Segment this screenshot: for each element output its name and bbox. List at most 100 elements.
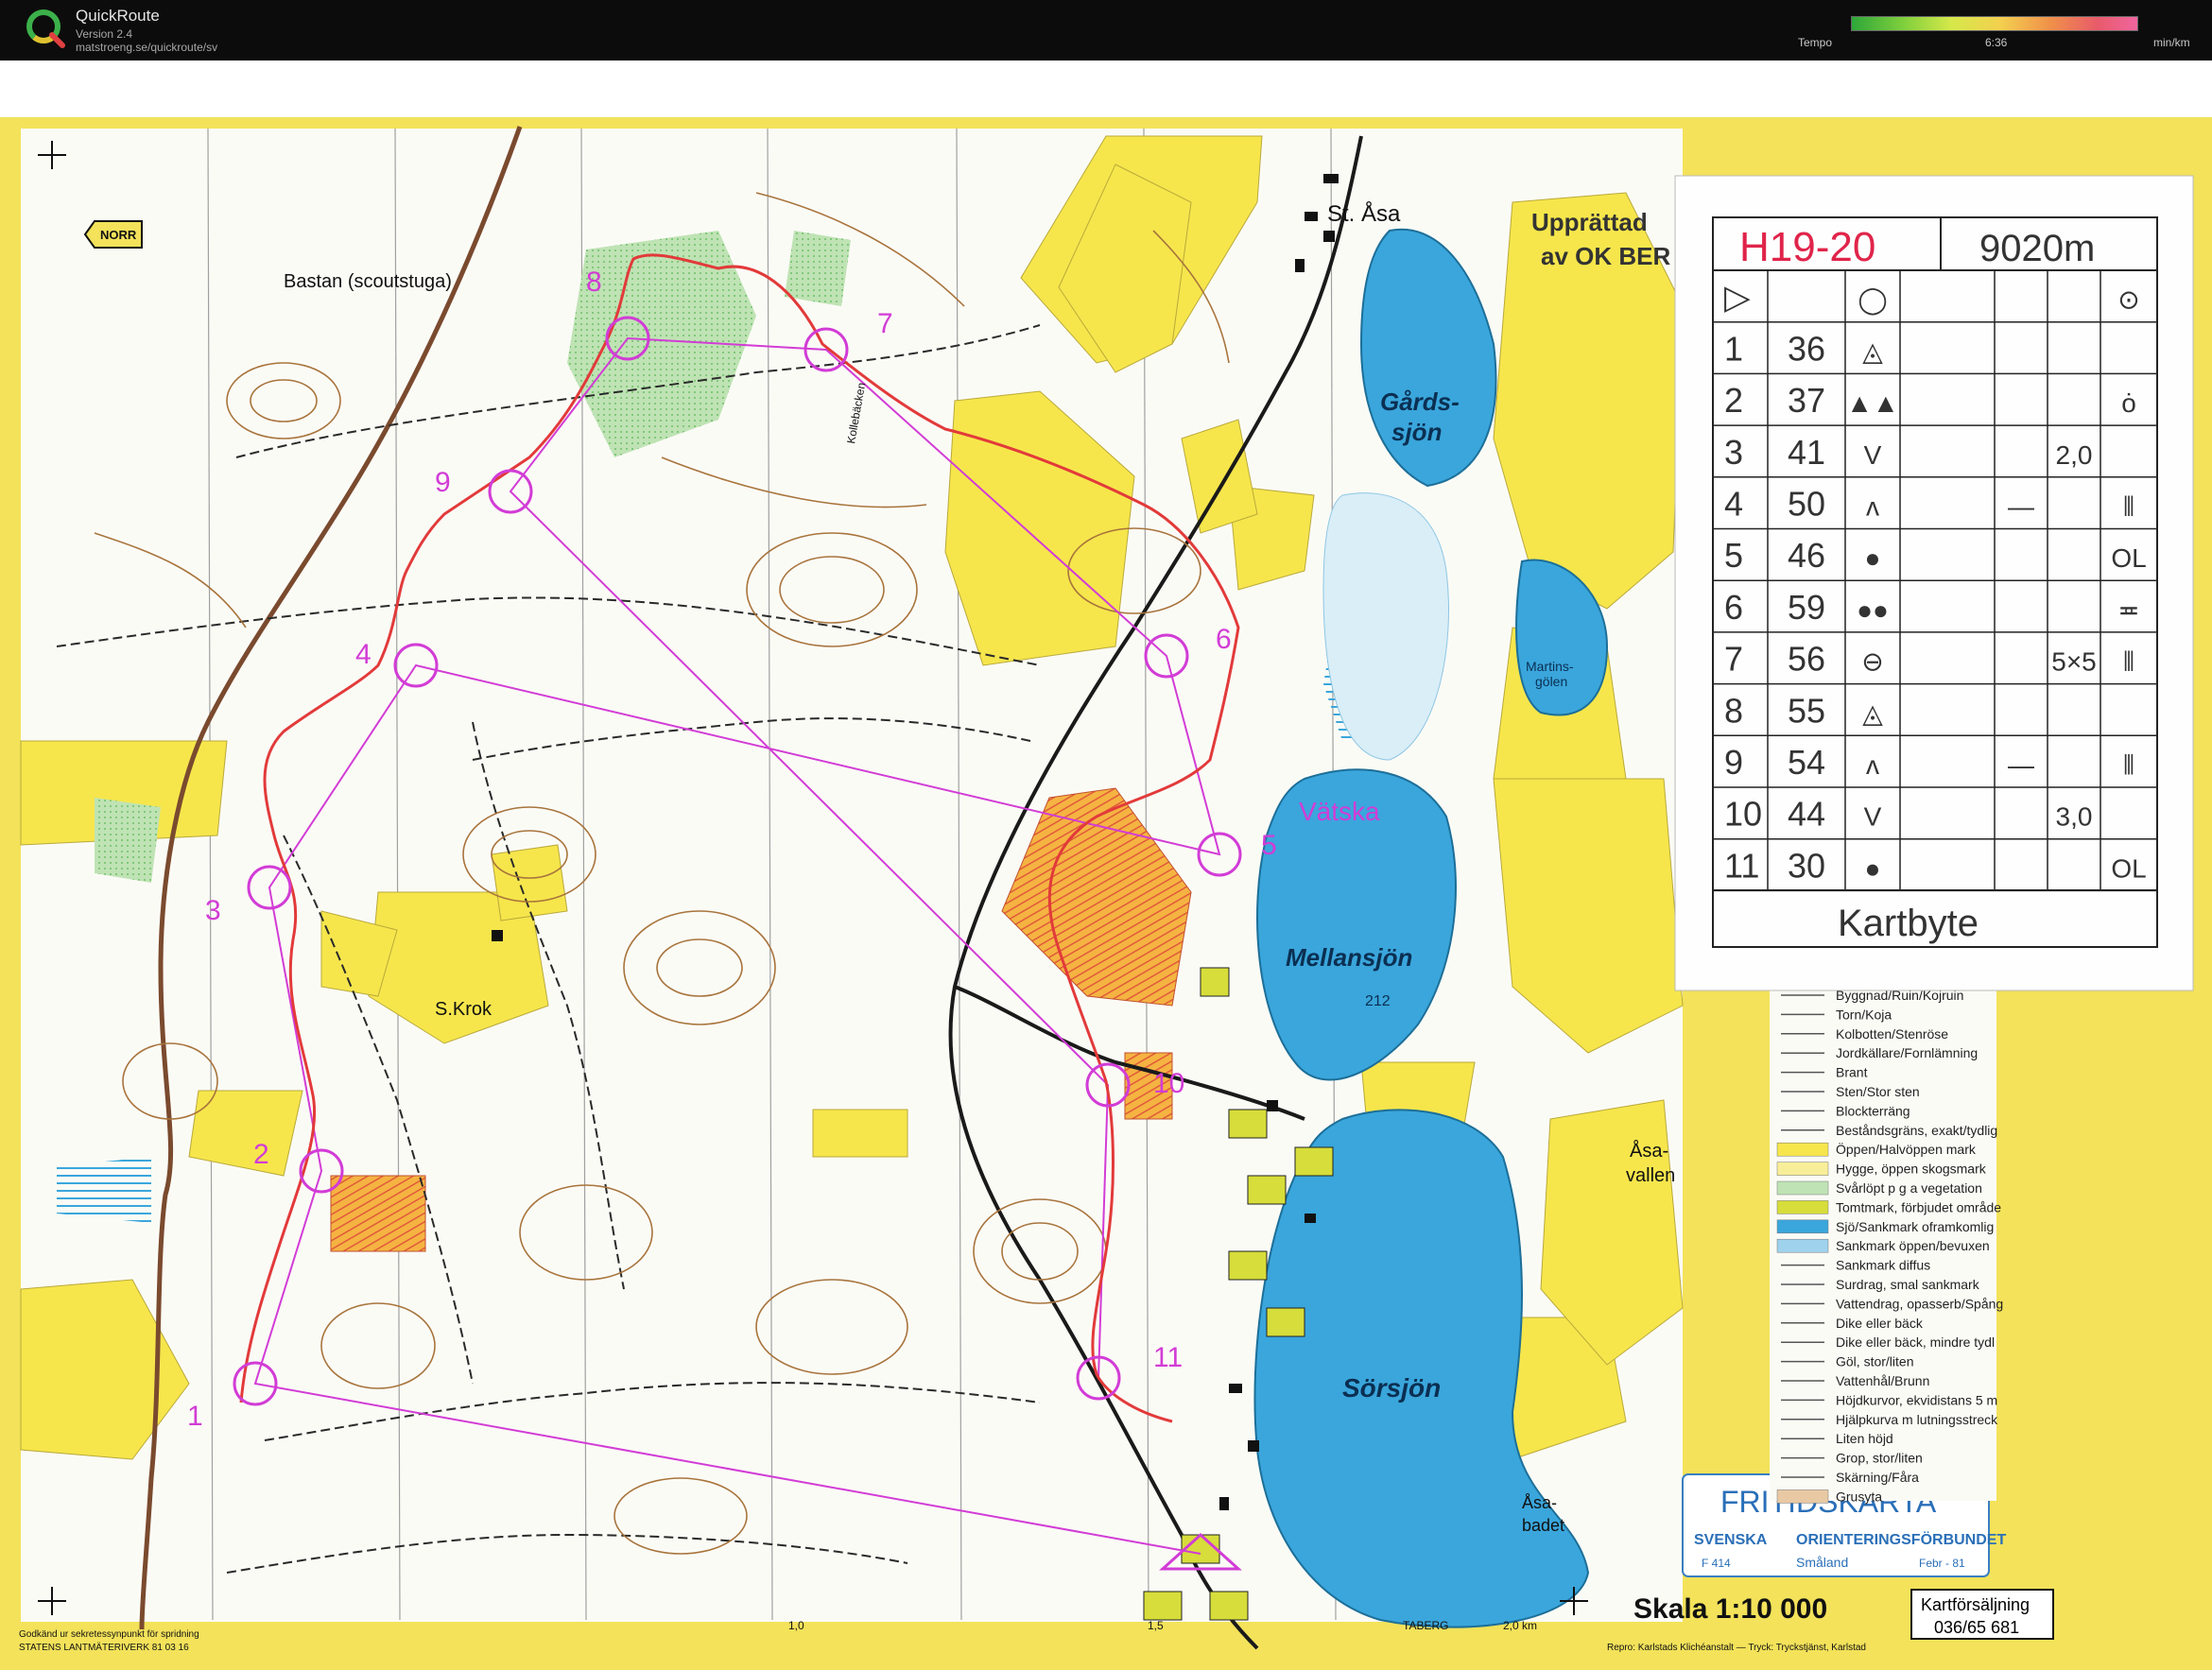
card-cell: 9 [1724,743,1743,782]
card-cell: 37 [1788,381,1825,420]
label-smaland: Småland [1796,1555,1848,1570]
card-cell: 46 [1788,536,1825,575]
card-cell: 3 [1724,433,1743,472]
card-cell: ⫴ [2123,750,2134,780]
card-cell: 2 [1724,381,1743,420]
card-cell: ⫴ [2123,492,2134,522]
app-version: Version 2.4 [76,27,133,41]
legend-swatch [1776,1162,1829,1176]
card-cell: 36 [1788,329,1825,368]
card-cell: 7 [1724,640,1743,679]
card-cell: 54 [1788,743,1825,782]
label-approved-1: Godkänd ur sekretessynpunkt för spridnin… [19,1629,199,1640]
card-cell: OL [2111,853,2146,883]
label-st-asa: St. Åsa [1327,200,1401,227]
control-number-6: 6 [1216,624,1232,655]
map-canvas[interactable]: 1 2 3 4 5 6 7 8 9 10 11 St. Åsa Upprättad av OK BE… [0,60,2212,1670]
label-krok: S.Krok [435,999,493,1020]
label-asavallen-2: vallen [1626,1165,1675,1186]
sales-box: Kartförsäljning 036/65 681 [1910,1589,2054,1640]
card-cell: ◯ [1858,285,1887,316]
control-number-11: 11 [1153,1342,1183,1373]
label-grid-1-5: 1,5 [1148,1619,1164,1632]
label-gards-2: sjön [1391,418,1442,446]
legend-item: Kolbotten/Stenröse [1836,1026,1948,1042]
card-class: H19-20 [1739,224,1875,270]
legend-item: Dike eller bäck [1836,1316,1924,1331]
card-cell: ȯ [2121,388,2136,418]
label-asabadet-2: badet [1522,1516,1564,1535]
legend-item: Vattendrag, opasserb/Spång [1836,1296,2003,1311]
card-cell: ●● [1857,595,1889,625]
legend-item: Beståndsgräns, exakt/tydlig [1836,1123,1997,1138]
card-cell: 11 [1724,846,1759,885]
card-cell: 8 [1724,691,1743,730]
legend-swatch [1776,1142,1829,1157]
card-cell: ◬ [1862,336,1883,366]
card-footer: Kartbyte [1838,903,1979,944]
legend-item: Sten/Stor sten [1836,1084,1920,1099]
legend-item: Skärning/Fåra [1836,1470,1919,1485]
orienteering-map[interactable]: 1234567891011 St. Åsa Upprättad av OK BE… [0,60,2212,1670]
app-url[interactable]: matstroeng.se/quickroute/sv [76,41,217,54]
legend-swatch [1776,1489,1829,1504]
quickroute-logo-icon [26,9,65,48]
control-number-3: 3 [205,895,221,926]
label-norr: NORR [100,228,137,242]
map-legend: Byggnad/Ruin/KojruinTorn/KojaKolbotten/S… [1770,988,2003,1504]
tempo-unit: min/km [2153,36,2190,49]
control-number-7: 7 [877,308,893,339]
legend-item: Hjälpkurva m lutningsstreck [1836,1412,1998,1427]
card-cell: ᴧ [1866,492,1879,522]
control-number-5: 5 [1261,830,1277,861]
legend-item: Grusyta [1836,1489,1882,1504]
legend-item: Höjdkurvor, ekvidistans 5 m [1836,1392,1997,1407]
label-sof-1: SVENSKA [1694,1532,1768,1548]
label-approved-2: STATENS LANTMÄTERIVERK 81 03 16 [19,1642,189,1653]
label-martins-1: Martins- [1526,659,1574,674]
card-cell: 5×5 [2051,647,2097,677]
card-cell: 6 [1724,588,1743,627]
legend-item: Svårlöpt p g a vegetation [1836,1180,1982,1196]
card-cell: 4 [1724,485,1743,524]
card-cell: 2,0 [2056,440,2093,470]
legend-item: Grop, stor/liten [1836,1451,1923,1466]
legend-item: Liten höjd [1836,1431,1893,1446]
legend-item: Sjö/Sankmark oframkomlig [1836,1219,1994,1234]
tempo-color-bar[interactable] [1851,16,2138,31]
card-cell: V [1864,440,1882,470]
control-description-card: H19-20 9020m ▷ ◯ ⊙ 1 36 ◬ 2 37 ▲▲ ȯ 3 41 V 2,0 4 50 ᴧ — ⫴ 5… [1674,175,2194,991]
label-height-212: 212 [1365,993,1391,1009]
app-title: QuickRoute [76,7,160,25]
control-number-4: 4 [355,639,372,670]
label-av-ok-ber: av OK BER [1541,242,1670,270]
control-number-8: 8 [586,267,602,298]
card-cell: 59 [1788,588,1825,627]
label-martins-2: gölen [1535,674,1567,689]
label-repro: Repro: Karlstads Klichéanstalt — Tryck: … [1607,1643,1866,1653]
label-bastan: Bastan (scoutstuga) [284,271,452,292]
card-cell: — [2008,492,2034,522]
label-taberg: TABERG [1403,1619,1448,1632]
legend-item: Vattenhål/Brunn [1836,1373,1929,1388]
legend-item: Brant [1836,1065,1868,1080]
card-cell: 56 [1788,640,1825,679]
label-sof-2: ORIENTERINGSFÖRBUNDET [1796,1530,2006,1548]
label-vatska: Vätska [1299,797,1380,826]
label-asabadet-1: Åsa- [1522,1493,1557,1512]
legend-swatch [1776,1238,1829,1253]
legend-item: Jordkällare/Fornlämning [1836,1045,1978,1060]
control-number-2: 2 [253,1139,269,1170]
control-number-10: 10 [1153,1068,1184,1099]
label-upprattad: Upprättad [1531,208,1648,236]
card-cell: 30 [1788,846,1825,885]
legend-swatch [1776,1180,1829,1196]
tempo-mid-value: 6:36 [1985,36,2008,49]
card-cell: V [1864,802,1882,832]
legend-item: Torn/Koja [1836,1007,1892,1022]
card-distance: 9020m [1979,228,2095,269]
label-sorsjon: Sörsjön [1342,1373,1441,1403]
label-scale: Skala 1:10 000 [1633,1593,1827,1625]
label-grid-1-0: 1,0 [788,1619,804,1632]
label-f414: F 414 [1702,1557,1731,1570]
